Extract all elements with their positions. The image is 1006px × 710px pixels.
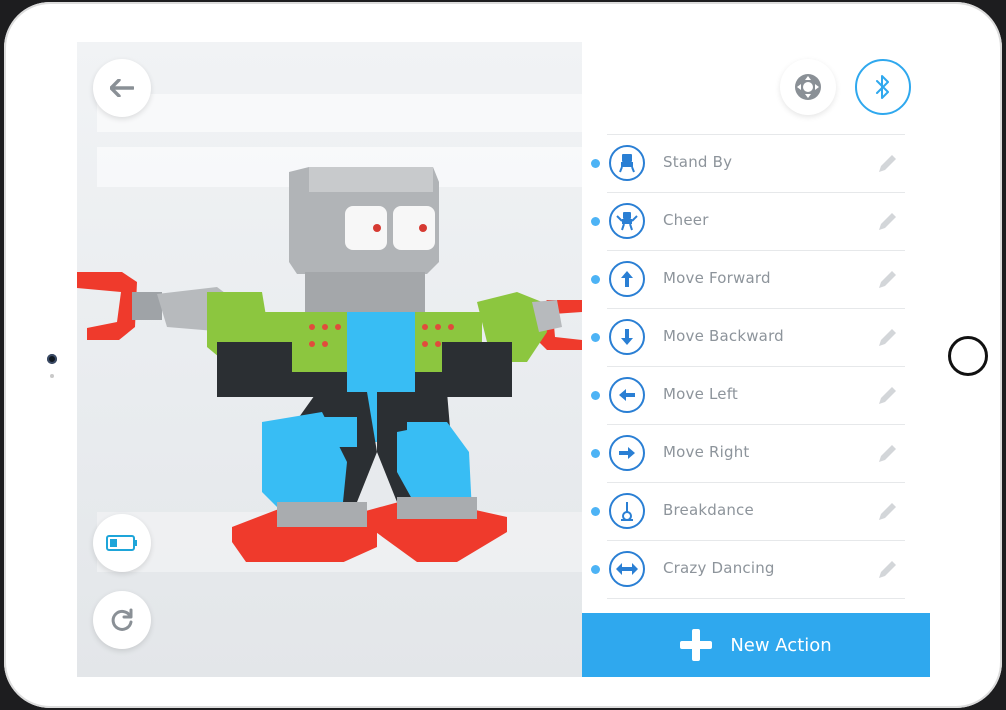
robot-3d-model[interactable] [77, 122, 582, 562]
action-item-move-backward[interactable]: Move Backward [582, 309, 930, 367]
action-dot [591, 391, 600, 400]
pencil-icon[interactable] [875, 384, 899, 408]
plus-icon [680, 629, 713, 661]
bluetooth-button[interactable] [855, 59, 911, 115]
robot-stand-icon [609, 145, 645, 181]
action-dot [591, 159, 600, 168]
new-action-button[interactable]: New Action [582, 613, 930, 677]
reset-view-button[interactable] [93, 591, 151, 649]
action-item-crazy-dancing[interactable]: Crazy Dancing [582, 541, 930, 599]
action-label: Breakdance [663, 501, 754, 519]
pencil-icon[interactable] [875, 210, 899, 234]
action-dot [591, 217, 600, 226]
arrow-down-icon [609, 319, 645, 355]
light-sensor [50, 374, 54, 378]
action-item-cheer[interactable]: Cheer [582, 193, 930, 251]
home-button[interactable] [948, 336, 988, 376]
action-label: Move Backward [663, 327, 784, 345]
list-divider [607, 598, 905, 599]
action-label: Stand By [663, 153, 733, 171]
pencil-icon[interactable] [875, 558, 899, 582]
action-item-stand-by[interactable]: Stand By [582, 135, 930, 193]
new-action-label: New Action [730, 634, 832, 656]
actions-panel: Stand By Cheer Move Forward Move Backwar… [582, 42, 930, 677]
pencil-icon[interactable] [875, 268, 899, 292]
rotate-icon [111, 608, 133, 631]
arrow-left-right-icon [609, 551, 645, 587]
pencil-icon[interactable] [875, 442, 899, 466]
arrow-right-icon [609, 435, 645, 471]
action-dot [591, 449, 600, 458]
pencil-icon[interactable] [875, 500, 899, 524]
pencil-icon[interactable] [875, 152, 899, 176]
front-camera [47, 354, 57, 364]
arrow-left-icon [609, 377, 645, 413]
action-label: Move Right [663, 443, 750, 461]
breakdance-icon [609, 493, 645, 529]
joystick-icon [795, 74, 821, 100]
arrow-up-icon [609, 261, 645, 297]
action-label: Crazy Dancing [663, 559, 775, 577]
back-button[interactable] [93, 59, 151, 117]
robot-viewport[interactable] [77, 42, 582, 677]
action-item-move-right[interactable]: Move Right [582, 425, 930, 483]
arrow-left-icon [110, 79, 134, 97]
action-list: Stand By Cheer Move Forward Move Backwar… [582, 134, 930, 612]
joystick-button[interactable] [780, 59, 836, 115]
action-label: Move Left [663, 385, 739, 403]
bluetooth-icon [876, 75, 889, 99]
action-item-move-left[interactable]: Move Left [582, 367, 930, 425]
pencil-icon[interactable] [875, 326, 899, 350]
action-dot [591, 275, 600, 284]
action-dot [591, 565, 600, 574]
app-screen: Stand By Cheer Move Forward Move Backwar… [77, 42, 930, 677]
action-item-breakdance[interactable]: Breakdance [582, 483, 930, 541]
action-label: Move Forward [663, 269, 771, 287]
action-item-move-forward[interactable]: Move Forward [582, 251, 930, 309]
action-label: Cheer [663, 211, 709, 229]
robot-cheer-icon [609, 203, 645, 239]
action-dot [591, 333, 600, 342]
action-dot [591, 507, 600, 516]
